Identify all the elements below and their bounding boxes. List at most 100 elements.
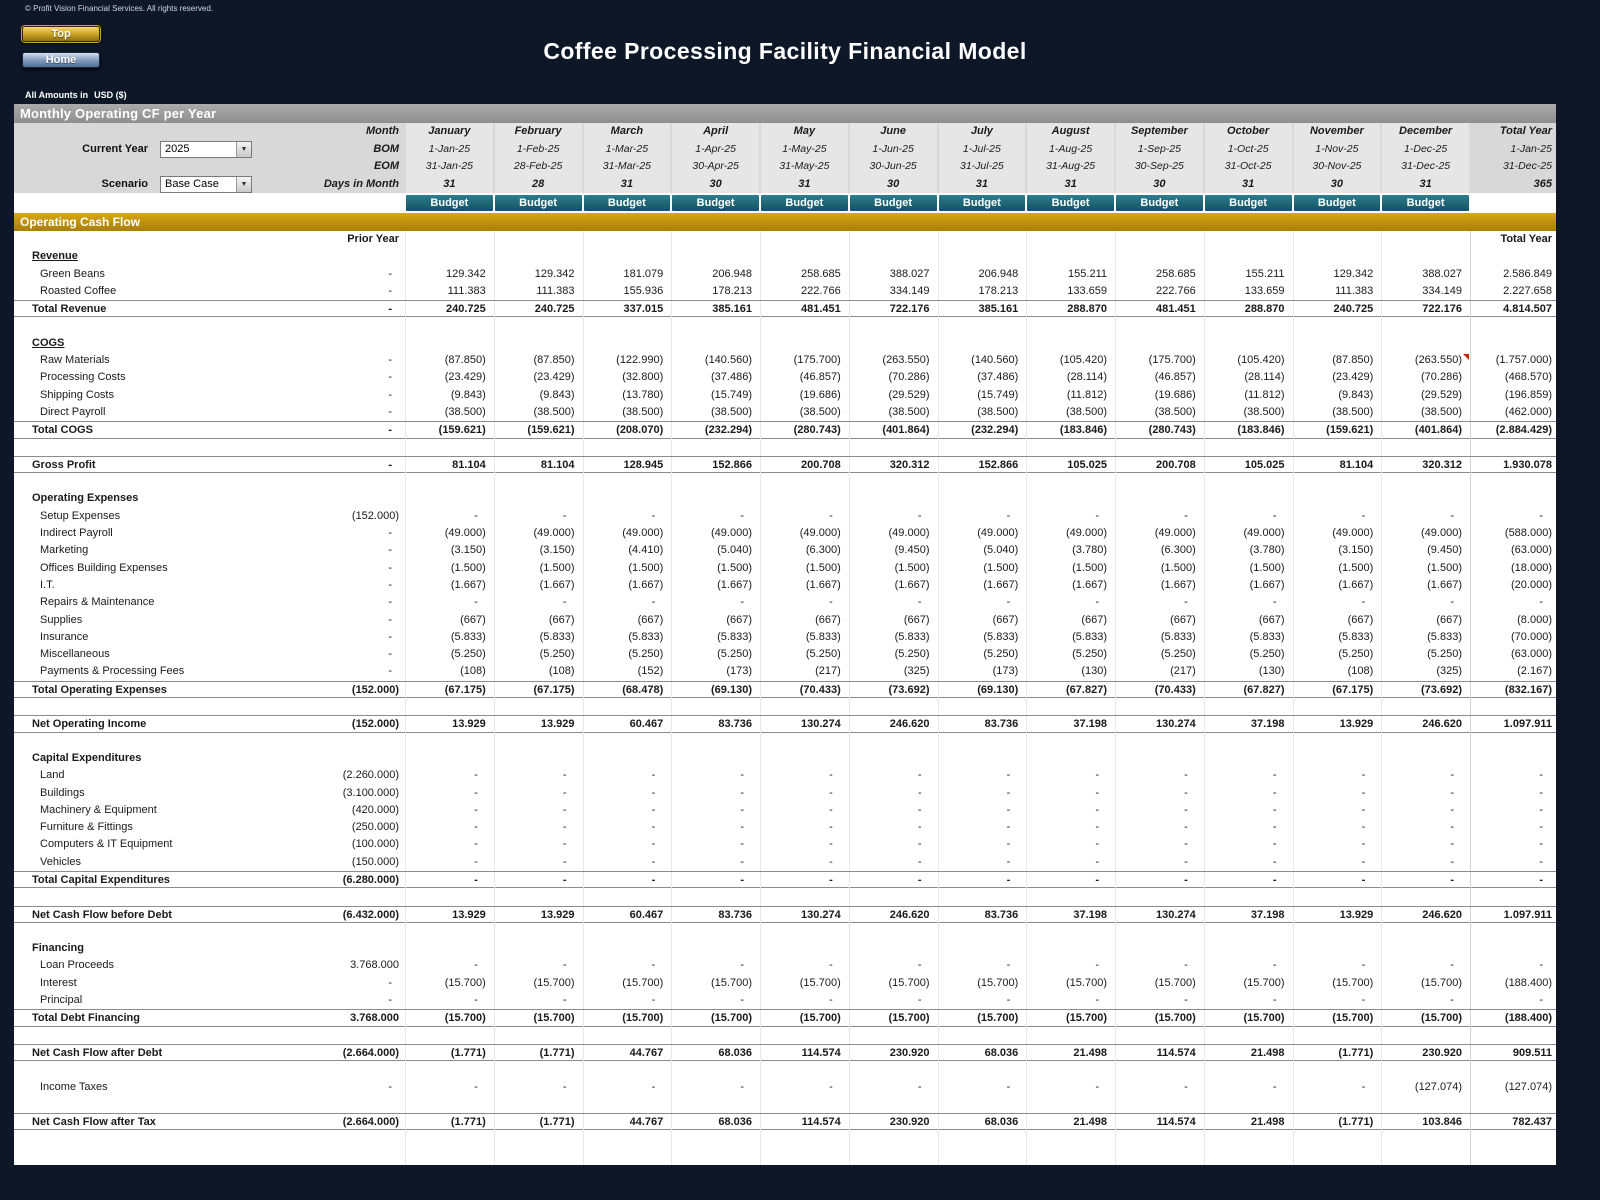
month-value: (159.621)	[405, 422, 494, 440]
total-year-value: -	[1470, 992, 1556, 1010]
row-setup-expenses: Setup Expenses (152.000) - - - - - - - - - - - - -	[14, 507, 1556, 526]
spacer-row	[14, 1130, 1556, 1148]
month-value	[1292, 1130, 1382, 1148]
total-year-value: (127.074)	[1470, 1078, 1556, 1096]
month-value: 60.467	[582, 716, 672, 734]
month-value	[1381, 940, 1470, 958]
month-value: -	[582, 819, 672, 837]
row-total-cogs: Total COGS - (159.621) (159.621) (208.070) (2…	[14, 421, 1556, 440]
total-year-value	[1470, 438, 1556, 456]
month-value: -	[671, 819, 760, 837]
row-marketing: Marketing - (3.150) (3.150) (4.410) (5.040) (6…	[14, 542, 1556, 560]
month-value	[493, 1061, 583, 1079]
total-year-value	[1470, 490, 1556, 508]
month-value: (3.780)	[1203, 542, 1293, 560]
month-value: -	[1115, 992, 1204, 1010]
header-left-cell: Month BOM EOM Days in Month Current Year…	[14, 123, 405, 193]
month-value: (67.827)	[1203, 681, 1293, 700]
month-value: (5.833)	[1115, 628, 1204, 647]
month-value	[671, 1095, 760, 1114]
month-value	[1292, 940, 1382, 958]
month-value: (1.667)	[1026, 576, 1115, 595]
month-value: (667)	[848, 611, 938, 629]
month-value: -	[1115, 871, 1204, 890]
month-value	[848, 438, 938, 456]
month-value: 111.383	[1292, 282, 1382, 301]
month-value: -	[1203, 784, 1293, 802]
month-value: 200.708	[1115, 456, 1204, 475]
month-value: (667)	[405, 611, 494, 629]
month-value	[1292, 1061, 1382, 1079]
month-value: (15.749)	[937, 386, 1027, 404]
month-value: (175.700)	[760, 352, 849, 370]
row-label-cell: Direct Payroll -	[14, 404, 405, 421]
month-value	[1381, 1130, 1470, 1148]
month-value	[493, 1026, 583, 1044]
month-value: 81.104	[405, 456, 494, 475]
current-year-dropdown[interactable]: 2025 ▼	[160, 140, 252, 158]
row-label: Vehicles	[40, 855, 81, 868]
month-value	[493, 940, 583, 958]
row-label-cell: Total Debt Financing 3.768.000	[14, 1010, 405, 1027]
month-value: -	[760, 1078, 849, 1096]
days-in-month: 30	[1330, 177, 1343, 190]
month-value	[1203, 888, 1293, 906]
month-cell	[1203, 231, 1293, 249]
month-value: 320.312	[848, 456, 938, 475]
bom-date: 1-May-25	[782, 142, 827, 155]
total-year-value: (18.000)	[1470, 559, 1556, 577]
month-value: (70.286)	[848, 369, 938, 387]
total-year-value	[1470, 1130, 1556, 1148]
month-value: (1.500)	[1115, 559, 1204, 577]
month-value: (9.843)	[405, 386, 494, 404]
days-in-month: 31	[1419, 177, 1432, 190]
month-value	[405, 317, 494, 335]
month-value	[1292, 922, 1382, 941]
days-in-month: 31	[443, 177, 456, 190]
month-value: -	[1381, 853, 1470, 871]
month-value: 83.736	[671, 906, 760, 924]
month-value: 68.036	[937, 1044, 1027, 1063]
row-net-cash-flow-before-debt: Net Cash Flow before Debt (6.432.000) 13.9…	[14, 905, 1556, 924]
month-value	[760, 888, 849, 906]
total-year-value: (2.884.429)	[1470, 422, 1556, 440]
row-label-cell: Buildings (3.100.000)	[14, 785, 405, 802]
month-value	[405, 749, 494, 768]
month-value: -	[1026, 801, 1115, 820]
prior-year-value: -	[388, 405, 392, 418]
row-label-cell	[14, 1148, 405, 1165]
chevron-down-icon[interactable]: ▼	[236, 141, 251, 157]
month-value: 200.708	[760, 456, 849, 475]
month-value	[582, 490, 672, 508]
scenario-dropdown[interactable]: Base Case ▼	[160, 175, 252, 193]
month-value	[760, 1061, 849, 1079]
month-value: (5.040)	[671, 542, 760, 560]
month-value: 68.036	[671, 1114, 760, 1132]
row-label: Setup Expenses	[40, 509, 121, 522]
month-value: -	[1292, 767, 1382, 785]
month-value: (263.550)	[848, 352, 938, 370]
total-year-value: -	[1470, 853, 1556, 871]
month-value: (667)	[1026, 611, 1115, 629]
month-value: -	[1115, 836, 1204, 854]
chevron-down-icon[interactable]: ▼	[236, 176, 251, 192]
month-name: April	[703, 125, 729, 137]
month-value: (401.864)	[848, 422, 938, 440]
month-value: (1.500)	[848, 559, 938, 577]
eom-date: 31-May-25	[779, 160, 830, 172]
month-cell	[1292, 231, 1382, 249]
month-value: -	[848, 819, 938, 837]
month-value: (38.500)	[760, 403, 849, 422]
month-value: (130)	[1026, 663, 1115, 681]
month-value	[937, 438, 1027, 456]
month-value: -	[671, 1078, 760, 1096]
month-value: (217)	[760, 663, 849, 681]
month-value: -	[582, 1078, 672, 1096]
month-value: (49.000)	[1292, 525, 1382, 543]
month-value: 60.467	[582, 906, 672, 924]
current-year-control: Current Year 2025 ▼	[52, 140, 252, 159]
month-value: (1.500)	[671, 559, 760, 577]
month-value: (5.250)	[1381, 646, 1470, 664]
row-label: Total Revenue	[32, 303, 107, 316]
month-value	[760, 1095, 849, 1114]
